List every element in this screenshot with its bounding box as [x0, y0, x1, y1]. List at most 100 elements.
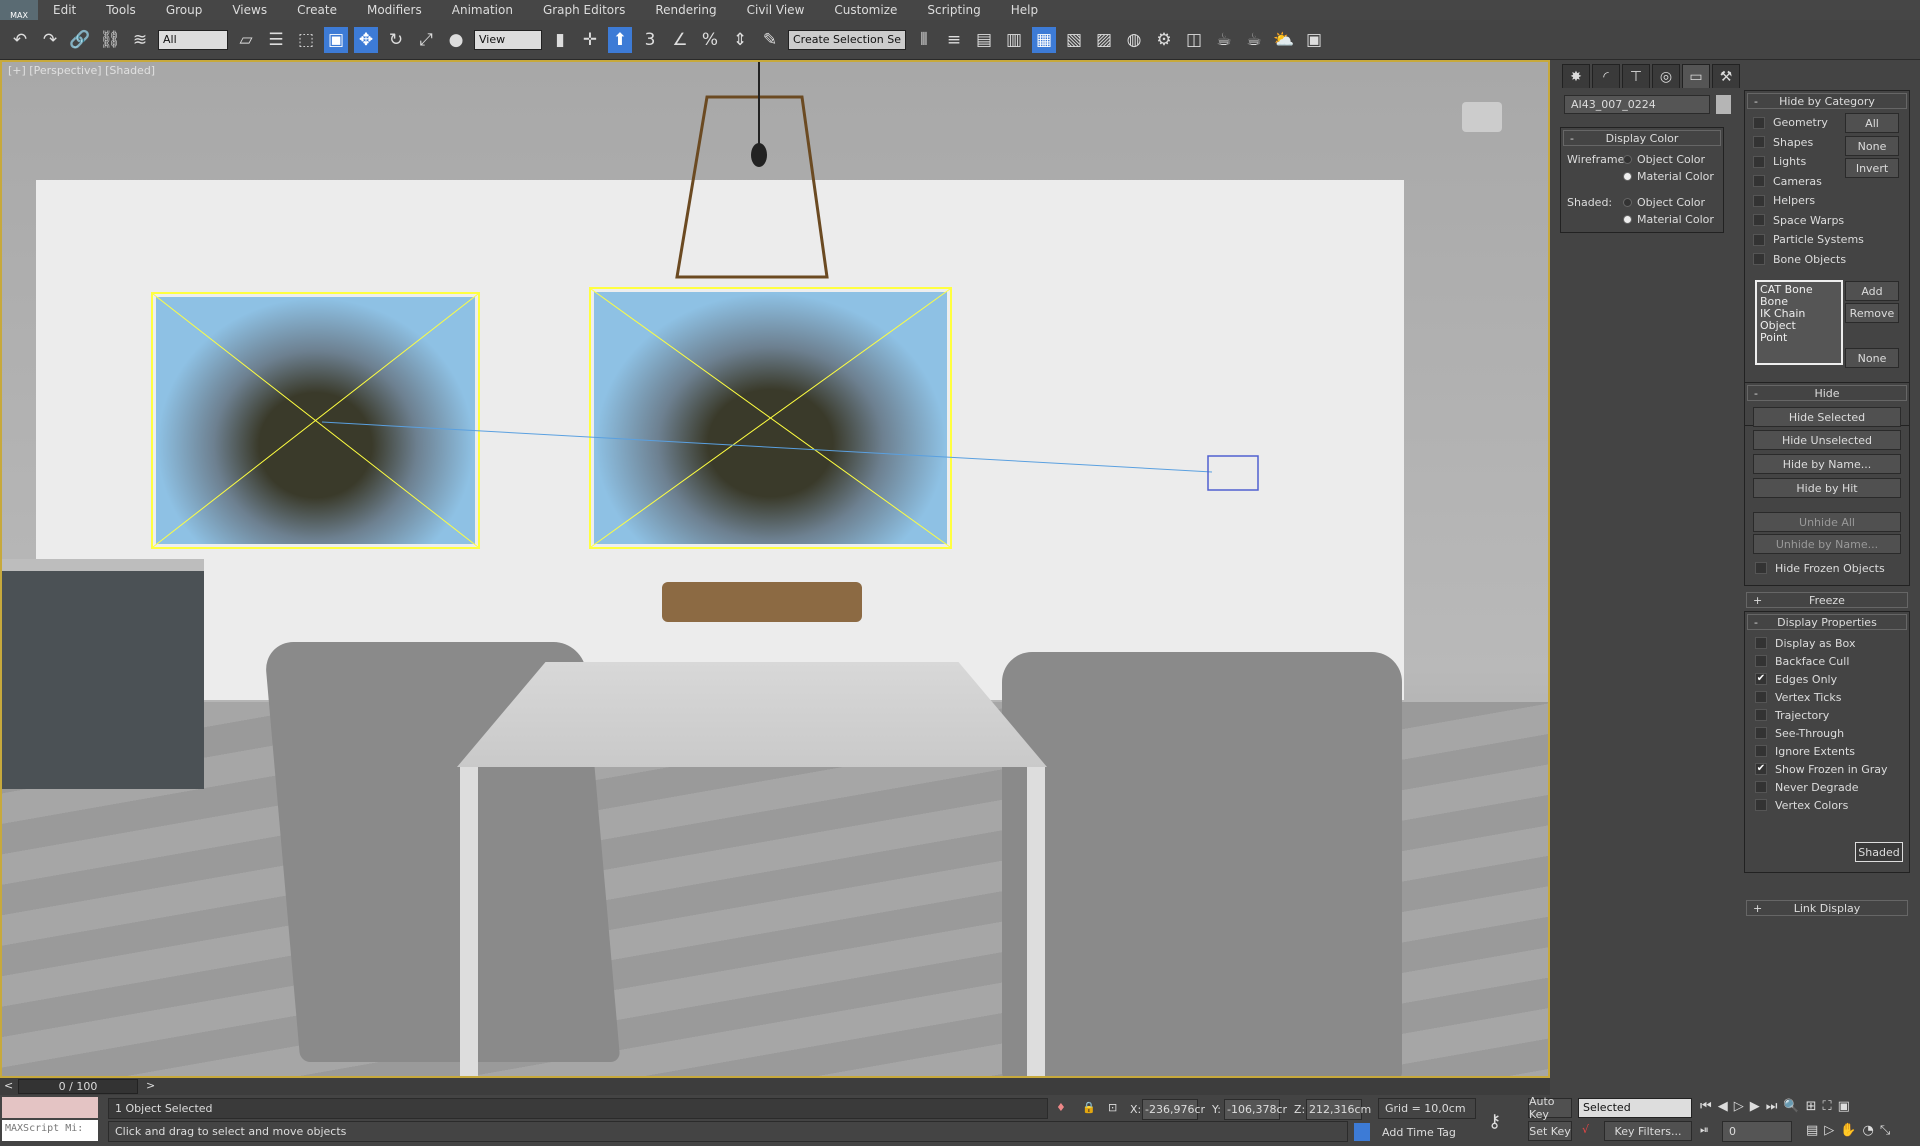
- unlink-icon[interactable]: ⛓: [98, 27, 122, 53]
- motion-tab-icon[interactable]: ◎: [1652, 64, 1680, 88]
- reference-coordinate-dropdown[interactable]: View: [474, 29, 542, 50]
- menu-scripting[interactable]: Scripting: [912, 3, 995, 17]
- maxscript-mini-listener[interactable]: MAXScript Mi:: [2, 1120, 98, 1141]
- checkbox-box[interactable]: [1755, 691, 1767, 703]
- unhide-by-name-button[interactable]: Unhide by Name...: [1753, 534, 1901, 554]
- time-slider-prev-button[interactable]: <: [4, 1079, 13, 1092]
- object-name-field[interactable]: AI43_007_0224: [1564, 95, 1710, 114]
- time-tag-icon[interactable]: [1354, 1123, 1370, 1141]
- create-tab-icon[interactable]: ✸: [1562, 64, 1590, 88]
- spinner-snap-icon[interactable]: ⇕: [728, 27, 752, 53]
- zoom-extents-icon[interactable]: ⛶: [1823, 1099, 1832, 1114]
- select-by-name-icon[interactable]: ☰: [264, 27, 288, 53]
- menu-group[interactable]: Group: [151, 3, 218, 17]
- all-button[interactable]: All: [1845, 113, 1899, 133]
- checkbox-box[interactable]: [1755, 727, 1767, 739]
- bone-objects-list[interactable]: CAT Bone Bone IK Chain Object Point: [1755, 280, 1843, 365]
- hide-rollout-header[interactable]: - Hide: [1747, 385, 1907, 401]
- percent-snap-icon[interactable]: %: [698, 27, 722, 53]
- show-frozen-in-gray-checkbox[interactable]: ✔ Show Frozen in Gray: [1755, 760, 1888, 778]
- time-slider[interactable]: < 0 / 100 >: [0, 1078, 1550, 1095]
- checkbox-box[interactable]: ✔: [1755, 763, 1767, 775]
- link-display-rollout-header[interactable]: + Link Display: [1746, 900, 1908, 916]
- key-mode-toggle-icon[interactable]: ⏯: [1700, 1123, 1709, 1137]
- hide-by-hit-button[interactable]: Hide by Hit: [1753, 478, 1901, 498]
- menu-tools[interactable]: Tools: [91, 3, 151, 17]
- never-degrade-checkbox[interactable]: Never Degrade: [1755, 778, 1888, 796]
- hide-by-category-rollout-header[interactable]: - Hide by Category: [1747, 93, 1907, 109]
- scene-explorer-icon[interactable]: ▦: [1032, 26, 1056, 53]
- trajectory-checkbox[interactable]: Trajectory: [1755, 706, 1888, 724]
- menu-civil-view[interactable]: Civil View: [732, 3, 820, 17]
- zoom-all-icon[interactable]: ⊞: [1806, 1099, 1817, 1114]
- place-icon[interactable]: ●: [444, 27, 468, 53]
- time-slider-thumb[interactable]: 0 / 100: [18, 1079, 138, 1094]
- hide-by-name-button[interactable]: Hide by Name...: [1753, 454, 1901, 474]
- wireframe-object-color-radio[interactable]: Object Color: [1623, 151, 1714, 168]
- utilities-tab-icon[interactable]: ⚒: [1712, 64, 1740, 88]
- y-coordinate-field[interactable]: -106,378cr: [1224, 1099, 1287, 1120]
- menu-graph-editors[interactable]: Graph Editors: [528, 3, 640, 17]
- go-to-end-icon[interactable]: ⏭: [1766, 1099, 1778, 1114]
- particle-systems-checkbox[interactable]: Particle Systems: [1753, 230, 1864, 250]
- orbit-icon[interactable]: ◔: [1862, 1123, 1873, 1138]
- maxscript-listener-output[interactable]: [2, 1097, 98, 1118]
- render-production-icon[interactable]: ☕: [1212, 27, 1236, 53]
- ignore-extents-checkbox[interactable]: Ignore Extents: [1755, 742, 1888, 760]
- viewcube-icon[interactable]: [1462, 102, 1502, 132]
- backface-cull-checkbox[interactable]: Backface Cull: [1755, 652, 1888, 670]
- render-iterative-icon[interactable]: ☕: [1242, 27, 1266, 53]
- vertex-colors-checkbox[interactable]: Vertex Colors: [1755, 796, 1888, 814]
- auto-key-button[interactable]: Auto Key: [1528, 1095, 1572, 1121]
- menu-rendering[interactable]: Rendering: [640, 3, 731, 17]
- bind-space-warp-icon[interactable]: ≋: [128, 27, 152, 53]
- render-cloud-icon[interactable]: ⛅: [1272, 27, 1296, 53]
- select-and-move-icon[interactable]: ✥: [354, 26, 378, 53]
- maximize-viewport-icon[interactable]: ⤡: [1880, 1123, 1890, 1138]
- viewport-label[interactable]: [+] [Perspective] [Shaded]: [8, 64, 155, 77]
- go-to-start-icon[interactable]: ⏮: [1700, 1099, 1712, 1114]
- menu-edit[interactable]: Edit: [38, 3, 91, 17]
- checkbox-box[interactable]: ✔: [1755, 673, 1767, 685]
- shaded-button[interactable]: Shaded: [1855, 842, 1903, 862]
- select-object-icon[interactable]: ▱: [234, 27, 258, 53]
- selection-filter-dropdown[interactable]: All: [158, 29, 228, 50]
- freeze-rollout-header[interactable]: + Freeze: [1746, 592, 1908, 608]
- angle-snap-icon[interactable]: ∠: [668, 27, 692, 53]
- pan-view-icon[interactable]: ✋: [1840, 1123, 1856, 1138]
- checkbox-box[interactable]: [1755, 745, 1767, 757]
- see-through-checkbox[interactable]: See-Through: [1755, 724, 1888, 742]
- undo-icon[interactable]: ↶: [8, 27, 32, 53]
- checkbox-box[interactable]: [1755, 781, 1767, 793]
- curve-editor-icon[interactable]: ▨: [1092, 27, 1116, 53]
- layers-icon[interactable]: ▥: [1002, 27, 1026, 53]
- hide-selected-button[interactable]: Hide Selected: [1753, 407, 1901, 427]
- select-and-scale-icon[interactable]: ⤢: [414, 27, 438, 53]
- menu-views[interactable]: Views: [217, 3, 282, 17]
- invert-button[interactable]: Invert: [1845, 158, 1899, 178]
- checkbox-box[interactable]: [1755, 799, 1767, 811]
- a360-gallery-icon[interactable]: ▣: [1302, 27, 1326, 53]
- absolute-mode-icon[interactable]: ⊡: [1108, 1101, 1117, 1114]
- keyboard-shortcut-override-icon[interactable]: ⬆: [608, 26, 632, 53]
- key-filters-button[interactable]: Key Filters...: [1604, 1121, 1692, 1141]
- list-item[interactable]: IK Chain Object: [1760, 308, 1838, 332]
- checkbox-box[interactable]: [1755, 637, 1767, 649]
- menu-help[interactable]: Help: [996, 3, 1053, 17]
- object-color-swatch[interactable]: [1716, 95, 1731, 114]
- render-setup-icon[interactable]: ⚙: [1152, 27, 1176, 53]
- shaded-material-color-radio[interactable]: Material Color: [1623, 211, 1714, 228]
- time-slider-next-button[interactable]: >: [146, 1079, 155, 1092]
- manipulate-icon[interactable]: ✛: [578, 27, 602, 53]
- zoom-icon[interactable]: 🔍: [1783, 1099, 1799, 1114]
- selection-lock-icon[interactable]: 🔒: [1082, 1101, 1096, 1114]
- redo-icon[interactable]: ↷: [38, 27, 62, 53]
- display-as-box-checkbox[interactable]: Display as Box: [1755, 634, 1888, 652]
- display-color-rollout-header[interactable]: - Display Color: [1563, 130, 1721, 146]
- edit-named-selection-icon[interactable]: ✎: [758, 27, 782, 53]
- previous-frame-icon[interactable]: ◀: [1718, 1099, 1728, 1114]
- hide-frozen-objects-checkbox[interactable]: Hide Frozen Objects: [1755, 559, 1885, 577]
- menu-create[interactable]: Create: [282, 3, 352, 17]
- display-tab-icon[interactable]: ▭: [1682, 64, 1710, 88]
- list-item[interactable]: Point: [1760, 332, 1838, 344]
